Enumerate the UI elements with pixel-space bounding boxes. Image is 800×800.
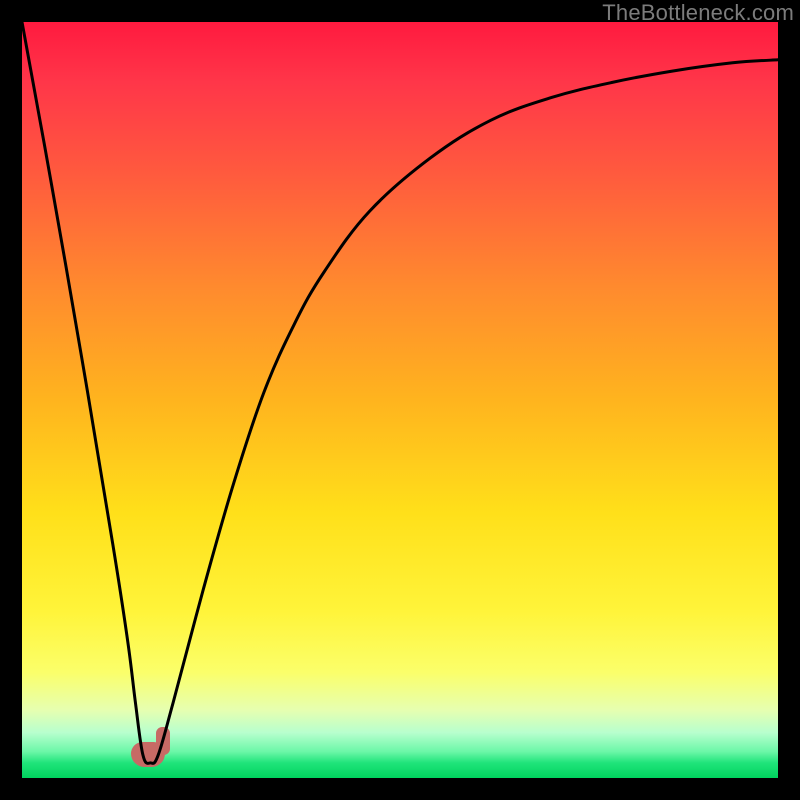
chart-frame: TheBottleneck.com — [0, 0, 800, 800]
plot-area — [22, 22, 778, 778]
curve-svg — [22, 22, 778, 778]
curve-path — [22, 22, 778, 763]
